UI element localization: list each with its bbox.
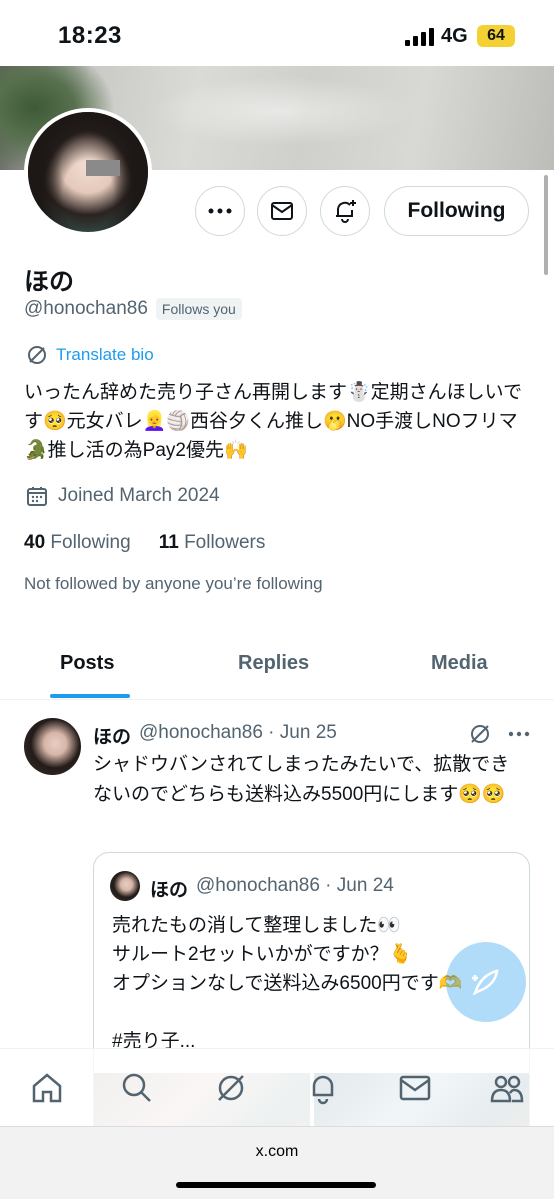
followers-stat[interactable]: 11 Followers xyxy=(159,532,266,554)
post-author-name[interactable]: ほの xyxy=(93,722,131,749)
home-indicator xyxy=(176,1182,376,1188)
compose-button[interactable] xyxy=(446,942,526,1022)
post-meta: @honochan86 · Jun 25 xyxy=(139,722,337,743)
url-text[interactable]: x.com xyxy=(0,1143,554,1161)
signal-icon xyxy=(405,28,435,46)
notifications-icon[interactable] xyxy=(306,1071,340,1105)
joined-date: Joined March 2024 xyxy=(26,485,220,507)
communities-icon[interactable] xyxy=(490,1071,524,1105)
notifications-button[interactable] xyxy=(320,186,370,236)
network-type: 4G xyxy=(441,25,468,47)
tab-replies[interactable]: Replies xyxy=(238,652,309,675)
quoted-post-header: ほの @honochan86 · Jun 24 xyxy=(150,875,394,902)
tab-posts[interactable]: Posts xyxy=(60,652,114,675)
compose-icon xyxy=(469,965,503,999)
status-bar: 18:23 4G 64 xyxy=(0,0,554,66)
scrollbar[interactable] xyxy=(544,175,548,275)
translate-bio-label: Translate bio xyxy=(56,345,154,364)
following-stat[interactable]: 40 Following xyxy=(24,532,131,554)
handle-row: @honochan86 Follows you xyxy=(24,298,242,320)
profile-handle: @honochan86 xyxy=(24,298,148,319)
message-button[interactable] xyxy=(257,186,307,236)
calendar-icon xyxy=(26,485,48,507)
post-more-icon[interactable] xyxy=(508,731,530,737)
bottom-navigation xyxy=(0,1048,554,1126)
messages-icon[interactable] xyxy=(398,1071,432,1105)
home-icon[interactable] xyxy=(30,1071,64,1105)
quoted-post-meta: @honochan86 · Jun 24 xyxy=(196,875,394,896)
joined-label: Joined March 2024 xyxy=(58,485,220,506)
profile-name: ほの xyxy=(24,268,75,296)
notification-bell-icon xyxy=(332,198,358,224)
following-button[interactable]: Following xyxy=(384,186,529,236)
search-icon[interactable] xyxy=(120,1071,154,1105)
banner-highlight xyxy=(150,76,410,146)
profile-avatar[interactable] xyxy=(24,108,152,236)
post-header: ほの @honochan86 · Jun 25 xyxy=(93,722,337,749)
browser-url-bar[interactable]: x.com xyxy=(0,1126,554,1199)
battery-icon: 64 xyxy=(477,25,515,47)
status-time: 18:23 xyxy=(58,22,122,49)
profile-bio: いったん辞めた売り子さん再開します☃️定期さんほしいです🥺元女バレ👱‍♀️🏐西谷… xyxy=(24,382,523,461)
translate-bio-link[interactable]: Translate bio xyxy=(26,344,154,366)
grok-icon[interactable] xyxy=(214,1071,248,1105)
more-icon xyxy=(208,207,232,215)
translate-post-icon[interactable] xyxy=(468,722,492,746)
quoted-post-avatar xyxy=(110,871,140,901)
tab-media[interactable]: Media xyxy=(431,652,488,675)
follows-you-badge: Follows you xyxy=(155,298,242,320)
follow-stats: 40 Following 11 Followers xyxy=(24,532,265,554)
message-icon xyxy=(270,201,294,221)
quoted-author-name: ほの xyxy=(150,880,189,901)
censor-bar xyxy=(86,160,120,176)
active-tab-indicator xyxy=(50,694,130,698)
more-button[interactable] xyxy=(195,186,245,236)
post-text: シャドウバンされてしまったみたいで、拡散できないのでどちらも送料込み5500円に… xyxy=(93,754,510,805)
post-avatar[interactable] xyxy=(24,718,81,775)
translate-icon xyxy=(26,344,48,366)
post-actions xyxy=(468,722,530,746)
profile-tabs: Posts Replies Media xyxy=(0,636,554,700)
not-followed-note: Not followed by anyone you’re following xyxy=(24,574,323,593)
